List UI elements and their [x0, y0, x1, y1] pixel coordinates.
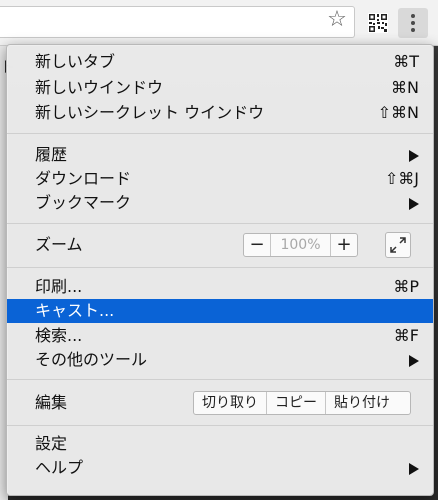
menu-item-find[interactable]: 検索... ⌘F [7, 324, 433, 348]
zoom-control: − 100% + [243, 233, 358, 257]
qr-code-icon[interactable] [368, 13, 388, 33]
zoom-in-button[interactable]: + [330, 234, 357, 256]
find-shortcut: ⌘F [393, 326, 419, 345]
menu-separator [7, 133, 433, 134]
menu-item-edit: 編集 切り取り コピー 貼り付け [7, 391, 433, 415]
copy-button[interactable]: コピー [267, 392, 326, 414]
new-incognito-label: 新しいシークレット ウインドウ [35, 103, 265, 122]
submenu-arrow-icon [409, 463, 419, 475]
more-tools-label: その他のツール [35, 350, 148, 369]
edit-button-group: 切り取り コピー 貼り付け [193, 391, 411, 415]
help-label: ヘルプ [35, 458, 84, 477]
downloads-shortcut: ⇧⌘J [384, 169, 419, 188]
menu-item-more-tools[interactable]: その他のツール [7, 348, 433, 372]
menu-separator [7, 425, 433, 426]
bookmarks-label: ブックマーク [35, 193, 132, 212]
print-label: 印刷... [35, 277, 83, 296]
new-tab-label: 新しいタブ [35, 52, 116, 71]
menu-item-new-incognito-window[interactable]: 新しいシークレット ウインドウ ⇧⌘N [7, 101, 433, 125]
fullscreen-button[interactable] [385, 232, 411, 258]
new-incognito-shortcut: ⇧⌘N [377, 103, 419, 122]
chrome-menu-button[interactable] [398, 8, 428, 38]
new-window-label: 新しいウインドウ [35, 78, 164, 97]
menu-item-zoom: ズーム − 100% + [7, 232, 433, 258]
menu-item-bookmarks[interactable]: ブックマーク [7, 191, 433, 215]
menu-item-help[interactable]: ヘルプ [7, 456, 433, 480]
new-tab-shortcut: ⌘T [393, 52, 419, 71]
menu-item-new-window[interactable]: 新しいウインドウ ⌘N [7, 76, 433, 100]
menu-separator [7, 267, 433, 268]
menu-item-history[interactable]: 履歴 [7, 143, 433, 167]
submenu-arrow-icon [409, 198, 419, 210]
find-label: 検索... [35, 326, 83, 345]
history-label: 履歴 [35, 145, 68, 164]
browser-toolbar: ☆ [0, 0, 438, 46]
menu-separator [7, 379, 433, 380]
menu-item-new-tab[interactable]: 新しいタブ ⌘T [7, 50, 433, 74]
submenu-arrow-icon [409, 150, 419, 162]
print-shortcut: ⌘P [393, 277, 419, 296]
fullscreen-icon [390, 237, 406, 253]
paste-button[interactable]: 貼り付け [326, 392, 398, 414]
new-window-shortcut: ⌘N [391, 78, 419, 97]
address-bar[interactable] [0, 6, 355, 38]
cast-label: キャスト... [35, 301, 115, 320]
menu-item-settings[interactable]: 設定 [7, 432, 433, 456]
zoom-label: ズーム [35, 235, 83, 254]
menu-item-cast[interactable]: キャスト... [7, 299, 433, 323]
settings-label: 設定 [35, 434, 68, 453]
downloads-label: ダウンロード [35, 169, 132, 188]
menu-separator [7, 223, 433, 224]
zoom-level: 100% [280, 237, 321, 253]
menu-item-downloads[interactable]: ダウンロード ⇧⌘J [7, 167, 433, 191]
menu-item-print[interactable]: 印刷... ⌘P [7, 275, 433, 299]
edit-label: 編集 [35, 393, 68, 412]
zoom-out-button[interactable]: − [244, 234, 271, 256]
bookmark-star-icon[interactable]: ☆ [325, 8, 349, 32]
submenu-arrow-icon [409, 355, 419, 367]
cut-button[interactable]: 切り取り [194, 392, 267, 414]
chrome-menu: 新しいタブ ⌘T 新しいウインドウ ⌘N 新しいシークレット ウインドウ ⇧⌘N… [6, 44, 434, 496]
